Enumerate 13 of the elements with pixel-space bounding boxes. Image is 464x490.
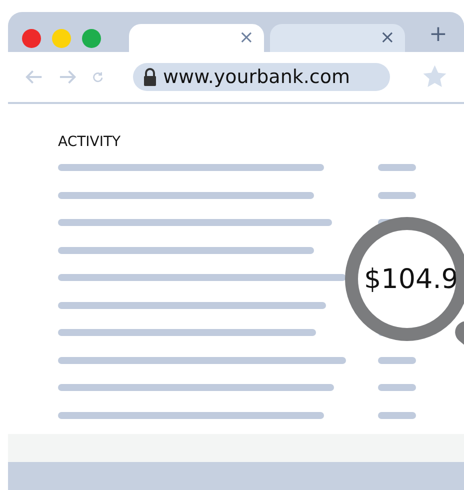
minimize-window-icon[interactable] <box>52 28 71 48</box>
browser-tab[interactable]: × <box>129 24 264 52</box>
browser-tab[interactable]: × <box>270 24 405 52</box>
maximize-window-icon[interactable] <box>82 28 101 48</box>
new-tab-button[interactable]: + <box>429 22 448 46</box>
close-tab-icon[interactable]: × <box>380 29 395 47</box>
address-bar[interactable]: www.yourbank.com <box>132 63 390 91</box>
lock-icon <box>142 68 157 86</box>
star-icon[interactable] <box>422 64 448 90</box>
close-tab-icon[interactable]: × <box>238 29 254 47</box>
close-window-icon[interactable] <box>22 28 41 48</box>
section-heading: ACTIVITY <box>58 134 122 150</box>
url-text: www.yourbank.com <box>162 66 350 88</box>
